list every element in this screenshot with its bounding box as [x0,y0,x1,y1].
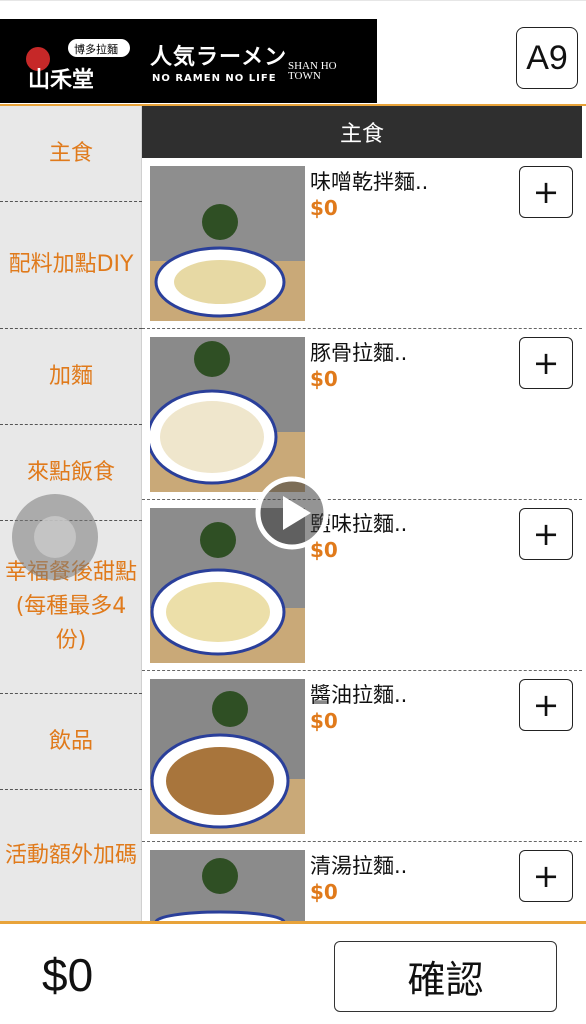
order-total: $0 [42,949,94,1001]
item-price: $0 [310,367,338,391]
add-item-button[interactable]: + [519,166,573,218]
item-price: $0 [310,709,338,733]
item-name: 醬油拉麵.. [310,683,408,707]
menu-panel: 主食 味噌乾拌麵.. $0 + 豚骨拉麵.. $0 + 鹽味拉麵.. $0 + … [142,106,586,921]
play-icon[interactable] [255,476,329,550]
add-item-button[interactable]: + [519,508,573,560]
svg-text:博多拉麵: 博多拉麵 [74,42,118,56]
sidebar-item-toppings[interactable]: 配料加點DIY [0,202,142,329]
brand-tagline: NO RAMEN NO LIFE [152,73,277,84]
page: 山禾堂 博多拉麵 人気ラーメン NO RAMEN NO LIFE SHAN HO… [0,0,586,1024]
sidebar-item-drinks[interactable]: 飲品 [0,694,142,790]
menu-item[interactable]: 豚骨拉麵.. $0 + [142,329,582,500]
sidebar-item-main[interactable]: 主食 [0,106,142,202]
dish-photo [150,679,305,834]
plus-icon: + [532,515,560,553]
item-name: 清湯拉麵.. [310,854,408,878]
plus-icon: + [532,173,560,211]
brand-sub-line2: TOWN [288,70,321,82]
plus-icon: + [532,344,560,382]
add-item-button[interactable]: + [519,337,573,389]
item-name: 豚骨拉麵.. [310,341,408,365]
sidebar-item-extra-noodles[interactable]: 加麵 [0,329,142,425]
svg-text:山禾堂: 山禾堂 [28,67,94,93]
plus-icon: + [532,857,560,895]
add-item-button[interactable]: + [519,850,573,902]
assistive-touch-inner [34,516,76,558]
dish-photo [150,337,305,492]
brand-title: 人気ラーメン [150,45,288,70]
confirm-button[interactable]: 確認 [334,941,557,1012]
sidebar-item-promo[interactable]: 活動額外加碼 [0,790,142,921]
footer-bar: $0 確認 [0,921,586,1024]
header: 山禾堂 博多拉麵 人気ラーメン NO RAMEN NO LIFE SHAN HO… [0,0,586,107]
brand-sub: SHAN HO TOWN [288,61,337,82]
item-name: 味噌乾拌麵.. [310,170,429,194]
plus-icon: + [532,686,560,724]
assistive-touch-icon[interactable] [12,494,98,580]
menu-item[interactable]: 醬油拉麵.. $0 + [142,671,582,842]
dish-photo [150,166,305,321]
item-price: $0 [310,880,338,904]
menu-item[interactable]: 味噌乾拌麵.. $0 + [142,158,582,329]
menu-item[interactable]: 鹽味拉麵.. $0 + [142,500,582,671]
add-item-button[interactable]: + [519,679,573,731]
brand-banner: 山禾堂 博多拉麵 人気ラーメン NO RAMEN NO LIFE SHAN HO… [0,19,377,103]
table-code-badge[interactable]: A9 [516,27,578,89]
dish-photo [150,850,305,921]
brand-logo: 山禾堂 博多拉麵 [26,39,130,93]
item-price: $0 [310,196,338,220]
section-title: 主食 [142,106,582,158]
menu-item[interactable]: 清湯拉麵.. $0 + [142,842,582,921]
